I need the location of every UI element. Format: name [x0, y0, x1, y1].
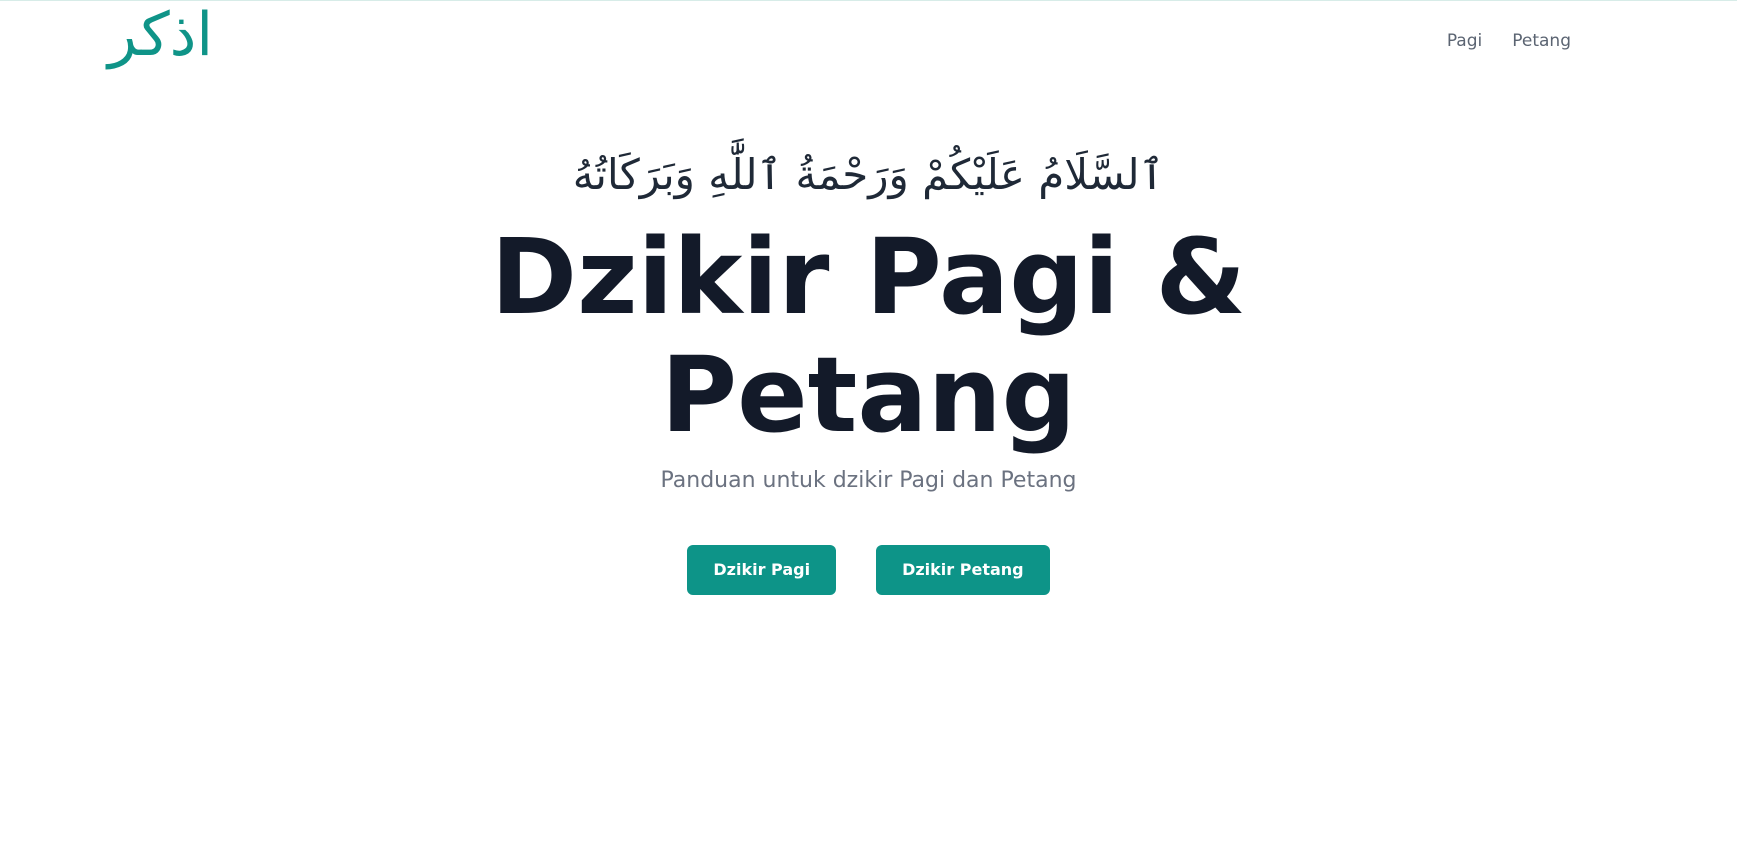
- dzikir-petang-button[interactable]: Dzikir Petang: [876, 545, 1050, 596]
- page-subtitle: Panduan untuk dzikir Pagi dan Petang: [660, 468, 1077, 494]
- page-title: Dzikir Pagi & Petang: [490, 216, 1247, 457]
- nav-link-petang[interactable]: Petang: [1512, 31, 1571, 51]
- hero-section: ٱلسَّلَامُ عَلَيْكُمْ وَرَحْمَةُ ٱللَّٰه…: [0, 150, 1737, 596]
- arabic-greeting: ٱلسَّلَامُ عَلَيْكُمْ وَرَحْمَةُ ٱللَّٰه…: [572, 150, 1165, 199]
- site-logo[interactable]: اذكر: [108, 2, 213, 68]
- hero-buttons: Dzikir Pagi Dzikir Petang: [0, 545, 1737, 596]
- dzikir-pagi-button[interactable]: Dzikir Pagi: [687, 545, 837, 596]
- site-header: اذكر Pagi Petang: [0, 0, 1737, 90]
- nav-link-pagi[interactable]: Pagi: [1447, 31, 1482, 51]
- main-nav: Pagi Petang: [1447, 31, 1571, 51]
